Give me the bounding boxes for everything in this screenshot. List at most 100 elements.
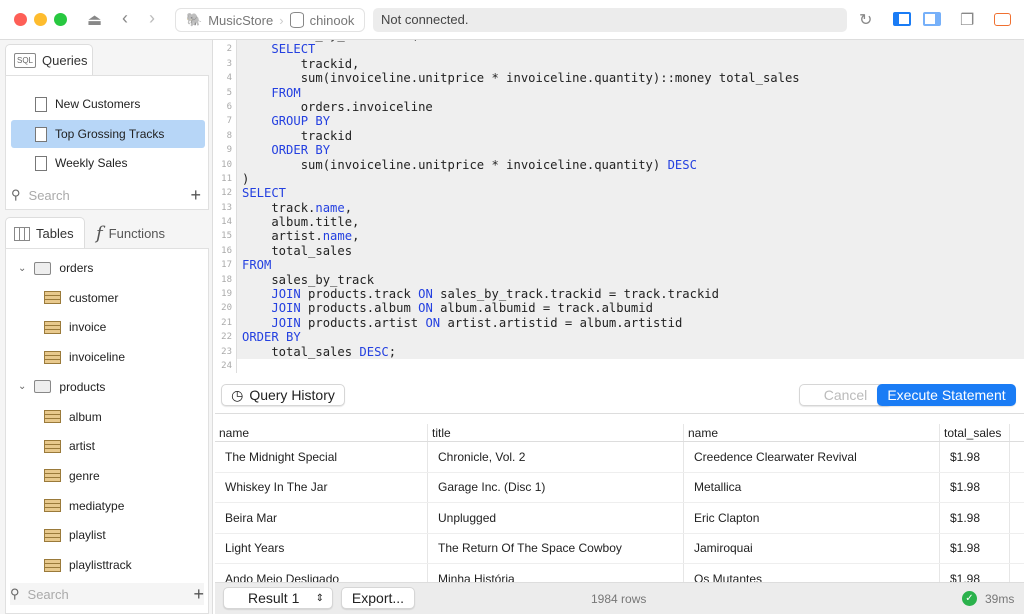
sql-token: orders.invoiceline (242, 99, 433, 114)
table-cell[interactable]: $1.98 (940, 472, 1010, 502)
table-cell[interactable]: Beira Mar (215, 503, 428, 533)
table-cell[interactable]: Creedence Clearwater Revival (684, 442, 940, 472)
code-line[interactable]: 3 trackid, (215, 56, 1024, 72)
table-cell[interactable]: $1.98 (940, 564, 1010, 582)
code-line[interactable]: 15 artist.name, (215, 229, 1024, 244)
table-cell[interactable]: Garage Inc. (Disc 1) (428, 472, 684, 502)
code-line[interactable]: 8 trackid (215, 128, 1024, 144)
table-item-playlisttrack[interactable]: playlisttrack (44, 558, 132, 572)
table-row[interactable]: Beira Mar Unplugged Eric Clapton $1.98 (215, 503, 1024, 534)
chevron-down-icon[interactable]: ⌄ (18, 381, 26, 392)
table-row[interactable]: Light Years The Return Of The Space Cowbo… (215, 533, 1024, 564)
code-line[interactable]: 10 sum(invoiceline.unitprice * invoiceli… (215, 157, 1024, 172)
table-cell[interactable]: Metallica (684, 472, 940, 502)
table-cell[interactable]: Unplugged (428, 503, 684, 533)
code-line[interactable]: 5 FROM (215, 85, 1024, 100)
code-line[interactable]: 12 SELECT (215, 186, 1024, 201)
column-header[interactable]: title (428, 424, 684, 441)
table-item-invoice[interactable]: invoice (44, 320, 106, 334)
forward-icon[interactable]: › (149, 8, 155, 29)
table-row[interactable]: Ando Meio Desligado Minha História Os Muta… (215, 564, 1024, 582)
code-line[interactable]: 18 sales_by_track (215, 272, 1024, 288)
minimize-window-button[interactable] (34, 13, 47, 26)
code-line[interactable]: 13 track.name, (215, 200, 1024, 216)
table-cell[interactable]: Minha História (428, 564, 684, 582)
query-search[interactable]: ⚲ Search + (11, 184, 201, 206)
query-item[interactable]: New Customers (11, 90, 205, 118)
code-line[interactable]: 24 (215, 358, 1024, 373)
tab-functions[interactable]: f Functions (88, 217, 188, 249)
column-header[interactable]: name (215, 424, 428, 441)
code-line[interactable]: 11) (215, 171, 1024, 187)
table-cell[interactable]: Os Mutantes (684, 564, 940, 582)
code-line[interactable]: 22 ORDER BY (215, 330, 1024, 345)
table-item-playlist[interactable]: playlist (44, 528, 106, 542)
line-number: 24 (215, 358, 237, 373)
code-line[interactable]: 16 total_sales (215, 243, 1024, 259)
schema-products[interactable]: ⌄ products (18, 380, 105, 394)
sql-editor[interactable]: 1WITH sales_by_track AS (2 SELECT3 track… (215, 40, 1024, 373)
table-cell[interactable]: Jamiroquai (684, 533, 940, 563)
table-cell[interactable]: The Midnight Special (215, 442, 428, 472)
result-select[interactable]: Result 1 ⇕ (223, 587, 333, 609)
table-item-genre[interactable]: genre (44, 469, 100, 483)
breadcrumb[interactable]: 🐘 MusicStore › chinook (175, 8, 365, 32)
table-cell[interactable]: Light Years (215, 533, 428, 563)
chevron-down-icon[interactable]: ⌄ (18, 263, 26, 274)
code-line[interactable]: 4 sum(invoiceline.unitprice * invoicelin… (215, 71, 1024, 86)
code-line[interactable]: 17 FROM (215, 258, 1024, 273)
table-item-artist[interactable]: artist (44, 439, 95, 453)
close-window-button[interactable] (14, 13, 27, 26)
table-item-album[interactable]: album (44, 410, 102, 424)
table-cell[interactable]: Chronicle, Vol. 2 (428, 442, 684, 472)
code-line[interactable]: 19 JOIN products.track ON sales_by_track… (215, 287, 1024, 302)
zoom-window-button[interactable] (54, 13, 67, 26)
back-icon[interactable]: ‹ (122, 8, 128, 29)
breadcrumb-database[interactable]: chinook (310, 13, 355, 28)
table-cell[interactable]: $1.98 (940, 533, 1010, 563)
table-cell[interactable]: Whiskey In The Jar (215, 472, 428, 502)
schema-orders[interactable]: ⌄ orders (18, 261, 93, 275)
tab-tables[interactable]: Tables (5, 217, 85, 249)
code-line[interactable]: 9 ORDER BY (215, 143, 1024, 158)
column-header[interactable]: total_sales (940, 424, 1010, 441)
table-cell[interactable]: Eric Clapton (684, 503, 940, 533)
table-item-invoiceline[interactable]: invoiceline (44, 350, 125, 364)
table-row[interactable]: Whiskey In The Jar Garage Inc. (Disc 1) Me… (215, 472, 1024, 503)
code-line[interactable]: 7 GROUP BY (215, 114, 1024, 129)
query-item-selected[interactable]: Top Grossing Tracks (11, 120, 205, 148)
query-item[interactable]: Weekly Sales (11, 149, 205, 177)
code-text: trackid, (242, 57, 360, 71)
code-line[interactable]: 23 total_sales DESC; (215, 344, 1024, 359)
query-history-button[interactable]: ◷ Query History (221, 384, 345, 406)
toggle-inspector-icon[interactable] (923, 12, 941, 26)
column-header[interactable]: name (684, 424, 940, 441)
breadcrumb-server[interactable]: MusicStore (208, 13, 273, 28)
eject-icon[interactable]: ⏏ (87, 10, 102, 30)
windows-icon[interactable]: ❐ (960, 10, 974, 30)
table-row[interactable]: The Midnight Special Chronicle, Vol. 2 Cre… (215, 442, 1024, 473)
add-query-button[interactable]: + (190, 185, 201, 206)
code-line[interactable]: 6 orders.invoiceline (215, 99, 1024, 115)
code-line[interactable]: 14 album.title, (215, 215, 1024, 230)
table-search[interactable]: ⚲ Search + (10, 583, 204, 605)
toggle-sidebar-icon[interactable] (893, 12, 911, 26)
code-lines[interactable]: 1WITH sales_by_track AS (2 SELECT3 track… (215, 40, 1024, 373)
table-cell[interactable]: The Return Of The Space Cowboy (428, 533, 684, 563)
code-line[interactable]: 2 SELECT (215, 42, 1024, 57)
table-cell[interactable]: $1.98 (940, 503, 1010, 533)
table-item-customer[interactable]: customer (44, 291, 118, 305)
comment-icon[interactable] (994, 13, 1011, 26)
refresh-icon[interactable]: ↻ (859, 10, 872, 30)
code-line[interactable]: 21 JOIN products.artist ON artist.artist… (215, 315, 1024, 331)
code-line[interactable]: 20 JOIN products.album ON album.albumid … (215, 301, 1024, 316)
table-cell[interactable]: $1.98 (940, 442, 1010, 472)
add-table-button[interactable]: + (193, 584, 204, 605)
table-item-mediatype[interactable]: mediatype (44, 499, 124, 513)
export-button[interactable]: Export... (341, 587, 415, 609)
tab-queries[interactable]: SQL Queries (5, 44, 93, 76)
sql-token: products.album (300, 301, 419, 316)
execute-statement-button[interactable]: Execute Statement (877, 384, 1016, 406)
code-text: ORDER BY (242, 143, 330, 157)
table-cell[interactable]: Ando Meio Desligado (215, 564, 428, 582)
